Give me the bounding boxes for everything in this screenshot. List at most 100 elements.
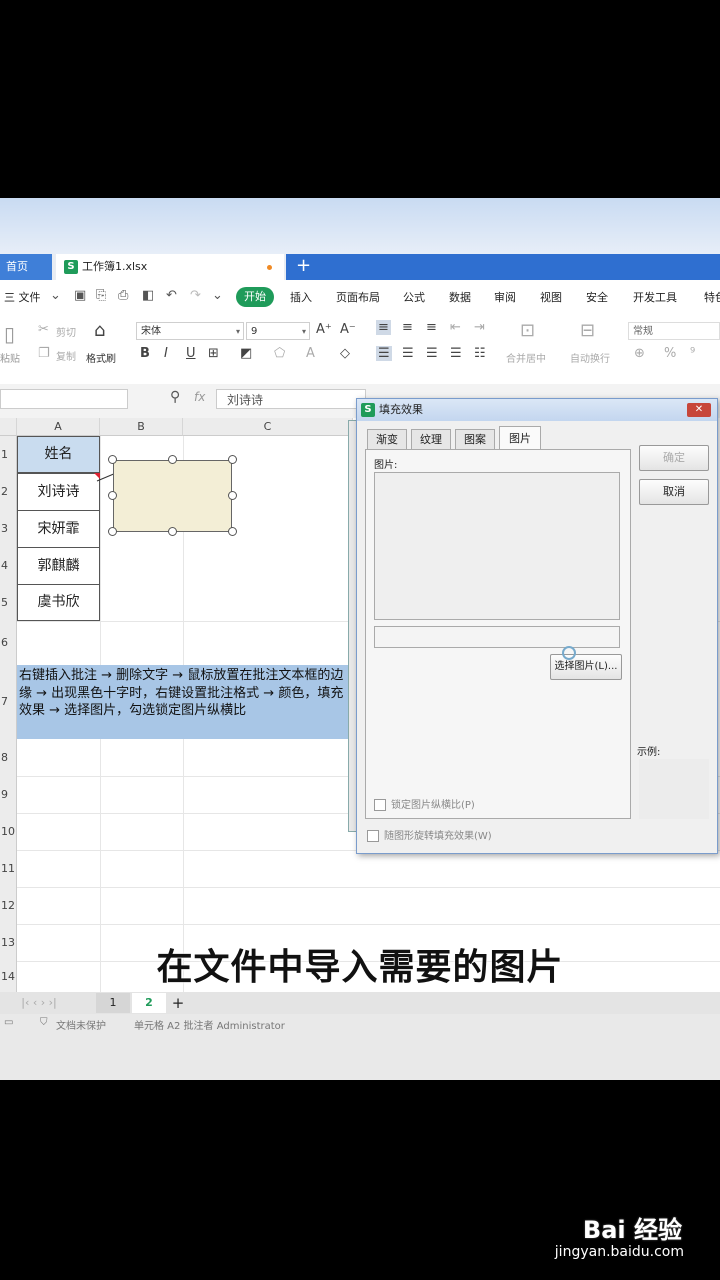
align-center-icon[interactable]: ☰ [402, 346, 414, 361]
sheet-nav-icon[interactable]: |‹ ‹ › ›| [4, 993, 74, 1013]
close-button[interactable]: ✕ [687, 403, 711, 417]
bold-button[interactable]: B [140, 346, 150, 361]
row-header[interactable]: 4 [0, 547, 17, 584]
merge-icon[interactable]: ⊡ [520, 320, 535, 341]
rotate-with-shape-checkbox[interactable]: 随图形旋转填充效果(W) [367, 827, 492, 842]
add-sheet-button[interactable]: + [168, 993, 188, 1013]
redo-icon[interactable]: ↷ [190, 288, 201, 303]
merge-label[interactable]: 合并居中 [506, 350, 546, 365]
layout-icon[interactable]: ▭ [4, 1017, 13, 1028]
format-painter-label[interactable]: 格式刷 [86, 350, 116, 365]
tab-gradient[interactable]: 渐变 [367, 429, 407, 449]
align-bottom-icon[interactable]: ≡ [426, 320, 437, 335]
row-header[interactable]: 2 [0, 473, 17, 510]
cell-a5[interactable]: 虞书欣 [17, 584, 100, 621]
shape-fill-icon[interactable]: ⬠ [274, 346, 285, 361]
menu-data[interactable]: 数据 [449, 289, 471, 305]
row-header[interactable]: 9 [0, 776, 17, 813]
tab-pattern[interactable]: 图案 [455, 429, 495, 449]
ok-button[interactable]: 确定 [639, 445, 709, 471]
cell-a2[interactable]: 刘诗诗 [17, 473, 100, 511]
cell-a1-header[interactable]: 姓名 [17, 436, 100, 473]
menu-start[interactable]: 开始 [236, 287, 274, 307]
menu-developer[interactable]: 开发工具 [633, 289, 677, 305]
more-icon[interactable]: ⌄ [212, 288, 223, 303]
select-all-corner[interactable] [0, 418, 17, 436]
resize-handle[interactable] [228, 491, 237, 500]
resize-handle[interactable] [108, 491, 117, 500]
paste-icon[interactable]: ▯ [4, 322, 15, 346]
grow-font-icon[interactable]: A⁺ [316, 322, 332, 337]
column-header-c[interactable]: C [183, 418, 353, 436]
thousands-icon[interactable]: ⁹ [690, 346, 695, 361]
indent-decrease-icon[interactable]: ⇤ [450, 320, 461, 335]
percent-icon[interactable]: % [664, 346, 676, 361]
scissors-icon[interactable]: ✂ [38, 322, 49, 337]
eraser-icon[interactable]: ◇ [340, 346, 350, 361]
resize-handle[interactable] [168, 455, 177, 464]
menu-view[interactable]: 视图 [540, 289, 562, 305]
row-header[interactable]: 3 [0, 510, 17, 547]
align-middle-icon[interactable]: ≡ [402, 320, 413, 335]
copy-label[interactable]: 复制 [56, 348, 76, 363]
sheet-tab-2[interactable]: 2 [132, 993, 166, 1013]
chevron-down-icon[interactable]: ⌄ [50, 288, 61, 303]
cell-a4[interactable]: 郭麒麟 [17, 547, 100, 585]
tab-home[interactable]: 首页 [0, 254, 52, 280]
undo-icon[interactable]: ↶ [166, 288, 177, 303]
font-name-select[interactable]: 宋体 ▾ [136, 322, 244, 340]
resize-handle[interactable] [168, 527, 177, 536]
resize-handle[interactable] [108, 527, 117, 536]
dialog-titlebar[interactable]: S 填充效果 ✕ [357, 399, 717, 421]
shrink-font-icon[interactable]: A⁻ [340, 322, 356, 337]
resize-handle[interactable] [108, 455, 117, 464]
menu-special[interactable]: 特色 [704, 289, 720, 305]
format-painter-icon[interactable]: ⌂ [94, 320, 105, 341]
column-header-b[interactable]: B [100, 418, 183, 436]
font-size-select[interactable]: 9 ▾ [246, 322, 310, 340]
save-icon[interactable]: ▣ [74, 288, 86, 303]
distribute-icon[interactable]: ☷ [474, 346, 486, 361]
comment-box[interactable] [113, 460, 232, 532]
wrap-text-icon[interactable]: ⊟ [580, 320, 595, 341]
row-header[interactable]: 1 [0, 436, 17, 473]
indent-increase-icon[interactable]: ⇥ [474, 320, 485, 335]
sheet-tab-1[interactable]: 1 [96, 993, 130, 1013]
resize-handle[interactable] [228, 455, 237, 464]
zoom-search-icon[interactable]: ⚲ [170, 389, 180, 405]
row-header[interactable]: 7 [0, 665, 17, 739]
border-icon[interactable]: ⊞ [208, 346, 219, 361]
row-header[interactable]: 5 [0, 584, 17, 621]
preview-icon[interactable]: ◧ [142, 288, 154, 303]
menu-insert[interactable]: 插入 [290, 289, 312, 305]
cut-label[interactable]: 剪切 [56, 324, 76, 339]
select-picture-button[interactable]: 选择图片(L)... [550, 654, 622, 680]
wrap-label[interactable]: 自动换行 [570, 350, 610, 365]
row-header[interactable]: 6 [0, 621, 17, 665]
menu-security[interactable]: 安全 [586, 289, 608, 305]
row-header[interactable]: 11 [0, 850, 17, 887]
align-right-icon[interactable]: ☰ [426, 346, 438, 361]
resize-handle[interactable] [228, 527, 237, 536]
menu-review[interactable]: 审阅 [494, 289, 516, 305]
justify-icon[interactable]: ☰ [450, 346, 462, 361]
cancel-button[interactable]: 取消 [639, 479, 709, 505]
menu-page-layout[interactable]: 页面布局 [336, 289, 380, 305]
tab-workbook[interactable]: S 工作簿1.xlsx [56, 254, 284, 280]
font-color-icon[interactable]: A [306, 346, 315, 361]
tab-picture[interactable]: 图片 [499, 426, 541, 450]
fill-color-icon[interactable]: ◩ [240, 346, 252, 361]
column-header-a[interactable]: A [17, 418, 100, 436]
print-icon[interactable]: ⎙ [118, 288, 128, 303]
cell-a3[interactable]: 宋妍霏 [17, 510, 100, 548]
align-left-icon[interactable]: ☰ [376, 346, 392, 361]
menu-file[interactable]: 三 文件 [4, 289, 41, 305]
name-box[interactable] [0, 389, 128, 409]
menu-formula[interactable]: 公式 [403, 289, 425, 305]
export-icon[interactable]: ⎘ [96, 288, 106, 303]
formula-input[interactable]: 刘诗诗 [216, 389, 366, 409]
paste-label[interactable]: 粘贴 [0, 350, 20, 365]
italic-button[interactable]: I [164, 346, 168, 361]
align-top-icon[interactable]: ≡ [376, 320, 391, 335]
lock-aspect-checkbox[interactable]: 锁定图片纵横比(P) [374, 796, 475, 811]
